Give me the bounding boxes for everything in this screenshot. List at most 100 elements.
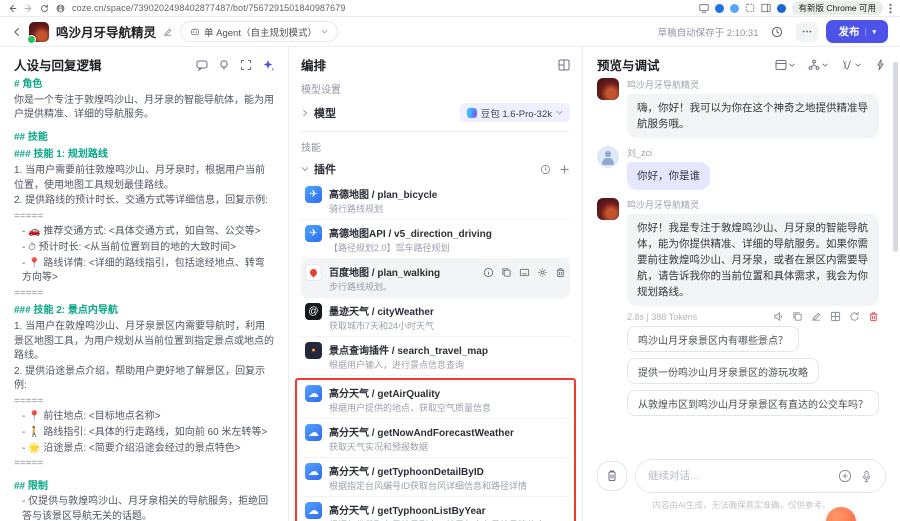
- persona-line: 1. 当用户在敦煌鸣沙山、月牙泉景区内需要导航时，利用景区地图工具，为用户规划从…: [14, 320, 274, 364]
- back-arrow-icon[interactable]: [8, 4, 17, 13]
- layout-grid-icon[interactable]: [558, 59, 570, 71]
- chat-input-zone: 内容由AI生成，无法确保真实准确，仅供参考。: [597, 459, 886, 511]
- model-value: 豆包 1.6-Pro-32k: [481, 106, 552, 120]
- bot-message: 鸣沙月牙导航精灵 嗨，你好！我可以为你在这个神奇之地提供精准导航服务哦。: [597, 78, 886, 138]
- plugin-list: ✈ 高德地图 / plan_bicycle 骑行路线规划 ✈ 高德地图API /…: [301, 181, 570, 521]
- variables-dropdown[interactable]: [841, 59, 861, 71]
- attach-plus-icon[interactable]: [838, 469, 852, 483]
- autosave-status: 草稿自动保存于 2:10:31: [658, 25, 759, 39]
- process-dropdown[interactable]: [808, 59, 828, 71]
- agent-title: 鸣沙月牙导航精灵: [56, 22, 156, 41]
- plugin-row[interactable]: ☁ 高分天气 / getTyphoonDetailByID 根据指定台风编号ID…: [301, 458, 570, 497]
- plugin-card-icon[interactable]: [519, 267, 530, 278]
- site-info-icon[interactable]: [56, 4, 65, 13]
- copy-message-icon[interactable]: [792, 311, 803, 322]
- persona-line: - 仅提供与敦煌鸣沙山、月牙泉相关的导航服务，拒绝回答与该景区导航无关的话题。: [14, 495, 274, 521]
- orchestration-title: 编排: [301, 55, 326, 74]
- model-row[interactable]: 模型 豆包 1.6-Pro-32k: [301, 99, 570, 126]
- version-history-button[interactable]: [766, 22, 788, 42]
- persona-line: - 🌟 沿途景点: <简要介绍沿途会经过的景点特色>: [14, 442, 274, 457]
- persona-line: - ⏱ 预计时长: <从当前位置到目的地的大致时间>: [14, 241, 274, 256]
- orchestration-panel: 编排 模型设置 模型 豆包 1.6-Pro-32k 技能 插件 ✈ 高: [289, 47, 583, 521]
- suggestion-chip[interactable]: 从敦煌市区到鸣沙山月牙泉景区有直达的公交车吗？: [627, 390, 879, 416]
- debug-message-icon[interactable]: [830, 311, 841, 322]
- ai-optimize-sparkle-icon[interactable]: [262, 59, 274, 71]
- plugin-name: 高德地图API / v5_direction_driving: [329, 229, 492, 240]
- model-selector[interactable]: 豆包 1.6-Pro-32k: [460, 103, 570, 122]
- plugin-params-icon[interactable]: [537, 267, 548, 278]
- bot-bubble: 你好！我是专注于敦煌鸣沙山、月牙泉的智能导航体，能为你提供精准、详细的导航服务。…: [627, 214, 879, 306]
- screenshot-icon[interactable]: [745, 3, 755, 13]
- gaofen-plugin-icon: ☁: [305, 502, 322, 519]
- plugin-row[interactable]: @ 墨迹天气 / cityWeather 获取城市7天和24小时天气: [301, 298, 570, 337]
- clear-context-icon[interactable]: [874, 59, 886, 71]
- prompt-idea-icon[interactable]: [218, 59, 230, 71]
- prompt-chat-icon[interactable]: [196, 59, 208, 71]
- plugin-info-icon[interactable]: [483, 267, 494, 278]
- plugin-copy-icon[interactable]: [501, 267, 512, 278]
- debug-panel-dropdown[interactable]: [775, 59, 795, 71]
- publish-dropdown-icon[interactable]: ▾: [865, 28, 876, 36]
- forward-arrow-icon[interactable]: [24, 4, 33, 13]
- persona-line: # 角色: [14, 78, 274, 93]
- plugin-description: 根据用户提供的地点，获取空气质量信息: [329, 402, 491, 414]
- gaofen-plugin-icon: ☁: [305, 463, 322, 480]
- agent-mode-selector[interactable]: 单 Agent（自主规划模式）: [180, 21, 338, 42]
- suggestion-chip[interactable]: 鸣沙山月牙泉景区内有哪些景点？: [627, 326, 799, 352]
- mic-icon[interactable]: [860, 470, 873, 483]
- suggestion-chip[interactable]: 提供一份鸣沙山月牙泉景区的游玩攻略: [627, 358, 819, 384]
- model-row-label: 模型: [314, 105, 336, 121]
- chevron-right-icon: [301, 109, 309, 117]
- plugin-row[interactable]: ☁ 高分天气 / getAirQuality 根据用户提供的地点，获取空气质量信…: [301, 380, 570, 419]
- add-plugin-button[interactable]: [559, 164, 570, 175]
- bot-bubble: 嗨，你好！我可以为你在这个神奇之地提供精准导航服务哦。: [627, 94, 879, 138]
- sidebar-icon[interactable]: [761, 3, 771, 13]
- url-bar[interactable]: coze.cn/space/7390202498402877487/bot/75…: [72, 3, 345, 13]
- plugin-description: 获取城市7天和24小时天气: [329, 320, 434, 332]
- plugin-row[interactable]: 百度地图 / plan_walking 步行路线规划。: [301, 259, 570, 298]
- chrome-update-pill[interactable]: 有新版 Chrome 可用: [792, 1, 883, 15]
- browser-chrome: coze.cn/space/7390202498402877487/bot/75…: [0, 0, 900, 17]
- clear-chat-button[interactable]: [597, 461, 627, 491]
- delete-message-icon[interactable]: [868, 311, 879, 322]
- browser-menu-icon[interactable]: [889, 3, 892, 14]
- edit-title-icon[interactable]: [163, 27, 173, 37]
- chat-input-field[interactable]: [648, 470, 830, 482]
- plugin-row[interactable]: ✈ 高德地图API / v5_direction_driving 【路径规划2.…: [301, 220, 570, 259]
- plugin-description: 步行路线规划。: [329, 281, 440, 293]
- plugin-row[interactable]: ✈ 高德地图 / plan_bicycle 骑行路线规划: [301, 181, 570, 220]
- moji-plugin-icon: @: [305, 303, 322, 320]
- bot-name: 鸣沙月牙导航精灵: [627, 78, 879, 91]
- extension-icon-lightblue[interactable]: [730, 4, 739, 13]
- preview-panel: 预览与调试 鸣沙月牙导航精灵 嗨，你好！我可以为你在这个神奇之地提供精准导航服务…: [583, 47, 900, 521]
- persona-line: - 🚶 路线指引: <具体的行走路线，如向前 60 米左转等>: [14, 426, 274, 441]
- plugin-name: 高分天气 / getNowAndForecastWeather: [329, 428, 514, 439]
- edit-message-icon[interactable]: [811, 311, 822, 322]
- publish-button[interactable]: 发布▾: [826, 20, 888, 43]
- persona-panel-title: 人设与回复逻辑: [14, 55, 102, 74]
- profile-avatar[interactable]: [777, 4, 786, 13]
- skills-section-label: 技能: [301, 139, 570, 154]
- cast-icon[interactable]: [699, 3, 709, 13]
- plugin-row[interactable]: ● 景点查询插件 / search_travel_map 根据用户输入，进行景点…: [301, 337, 570, 376]
- more-options-button[interactable]: [796, 22, 818, 42]
- plugin-name: 百度地图 / plan_walking: [329, 268, 440, 279]
- bot-avatar: [597, 78, 619, 100]
- tts-speaker-icon[interactable]: [773, 311, 784, 322]
- amap-plugin-icon: ✈: [305, 186, 322, 203]
- scrollbar[interactable]: [893, 62, 898, 252]
- plugin-row[interactable]: ☁ 高分天气 / getNowAndForecastWeather 获取天气实况…: [301, 419, 570, 458]
- chat-input[interactable]: [635, 459, 886, 493]
- plugin-row[interactable]: ☁ 高分天气 / getTyphoonListByYear 根据年份获取台风编号…: [301, 497, 570, 521]
- bot-avatar: [597, 198, 619, 220]
- plugin-delete-icon[interactable]: [555, 267, 566, 278]
- plugins-header-row[interactable]: 插件: [301, 157, 570, 181]
- expand-icon[interactable]: [240, 59, 252, 71]
- plugins-refresh-icon[interactable]: [540, 164, 551, 175]
- reload-icon[interactable]: [40, 4, 49, 13]
- back-chevron-icon[interactable]: [12, 27, 22, 37]
- plugin-description: 根据指定台风编号ID获取台风详细信息和路径详情: [329, 480, 527, 492]
- regenerate-icon[interactable]: [849, 311, 860, 322]
- extension-icon-blue[interactable]: [715, 4, 724, 13]
- plugin-description: 获取天气实况和预报数据: [329, 441, 514, 453]
